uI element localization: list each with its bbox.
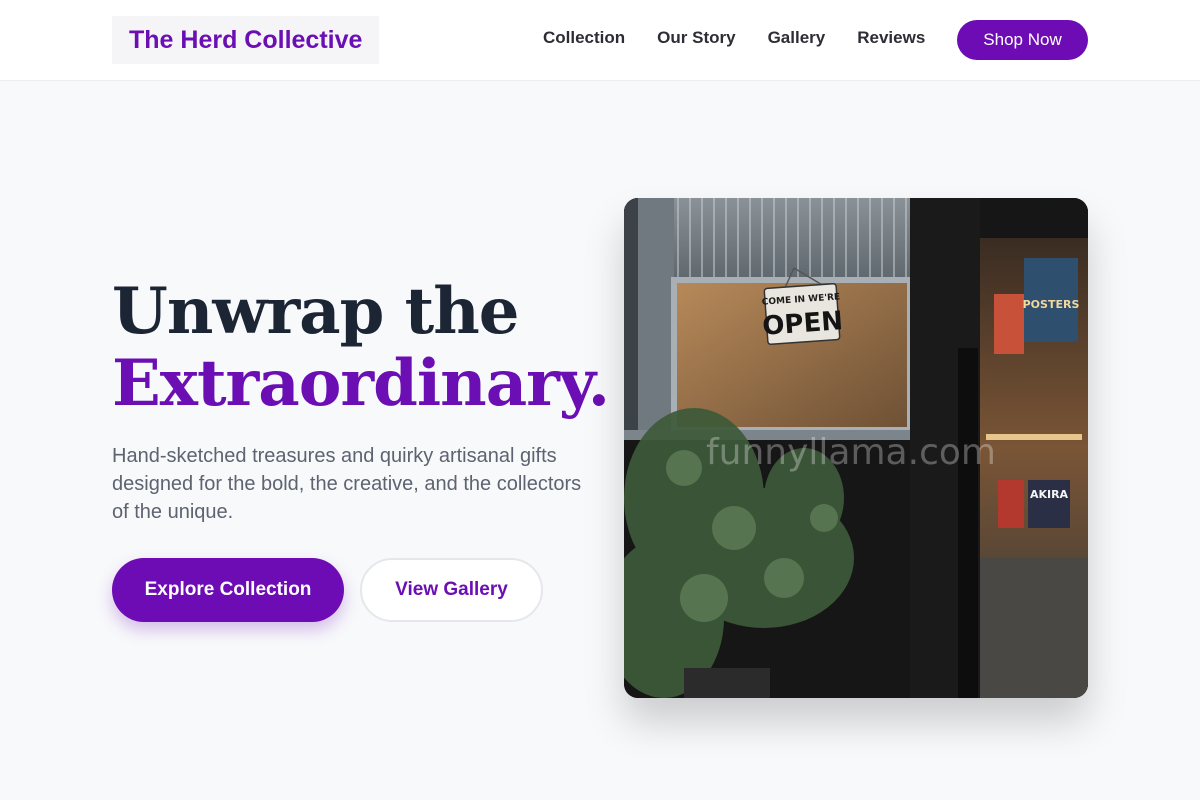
headline-line-2: Extraordinary.: [112, 346, 610, 421]
hero-image: COME IN WE'RE OPEN POSTERS AKIRA: [624, 198, 1088, 698]
main-nav: Collection Our Story Gallery Reviews: [543, 28, 925, 48]
sign-line-2: OPEN: [761, 306, 844, 342]
site-header: The Herd Collective Collection Our Story…: [0, 0, 1200, 81]
storefront-photo: COME IN WE'RE OPEN POSTERS AKIRA: [624, 198, 1088, 698]
corrugated-roof: [670, 198, 910, 282]
hero-subtext: Hand-sketched treasures and quirky artis…: [112, 445, 582, 523]
nav-link-gallery[interactable]: Gallery: [768, 28, 826, 48]
book-label: AKIRA: [1030, 488, 1069, 501]
poster-label: POSTERS: [1023, 298, 1080, 311]
brand-logo[interactable]: The Herd Collective: [112, 16, 380, 64]
view-gallery-button[interactable]: View Gallery: [360, 558, 543, 622]
nav-link-reviews[interactable]: Reviews: [857, 28, 925, 48]
hero-headline: Unwrap the Extraordinary.: [112, 274, 610, 421]
nav-link-collection[interactable]: Collection: [543, 28, 625, 48]
headline-line-1: Unwrap the: [112, 274, 519, 349]
explore-collection-button[interactable]: Explore Collection: [112, 558, 344, 622]
shop-now-button[interactable]: Shop Now: [957, 20, 1088, 60]
nav-link-our-story[interactable]: Our Story: [657, 28, 735, 48]
